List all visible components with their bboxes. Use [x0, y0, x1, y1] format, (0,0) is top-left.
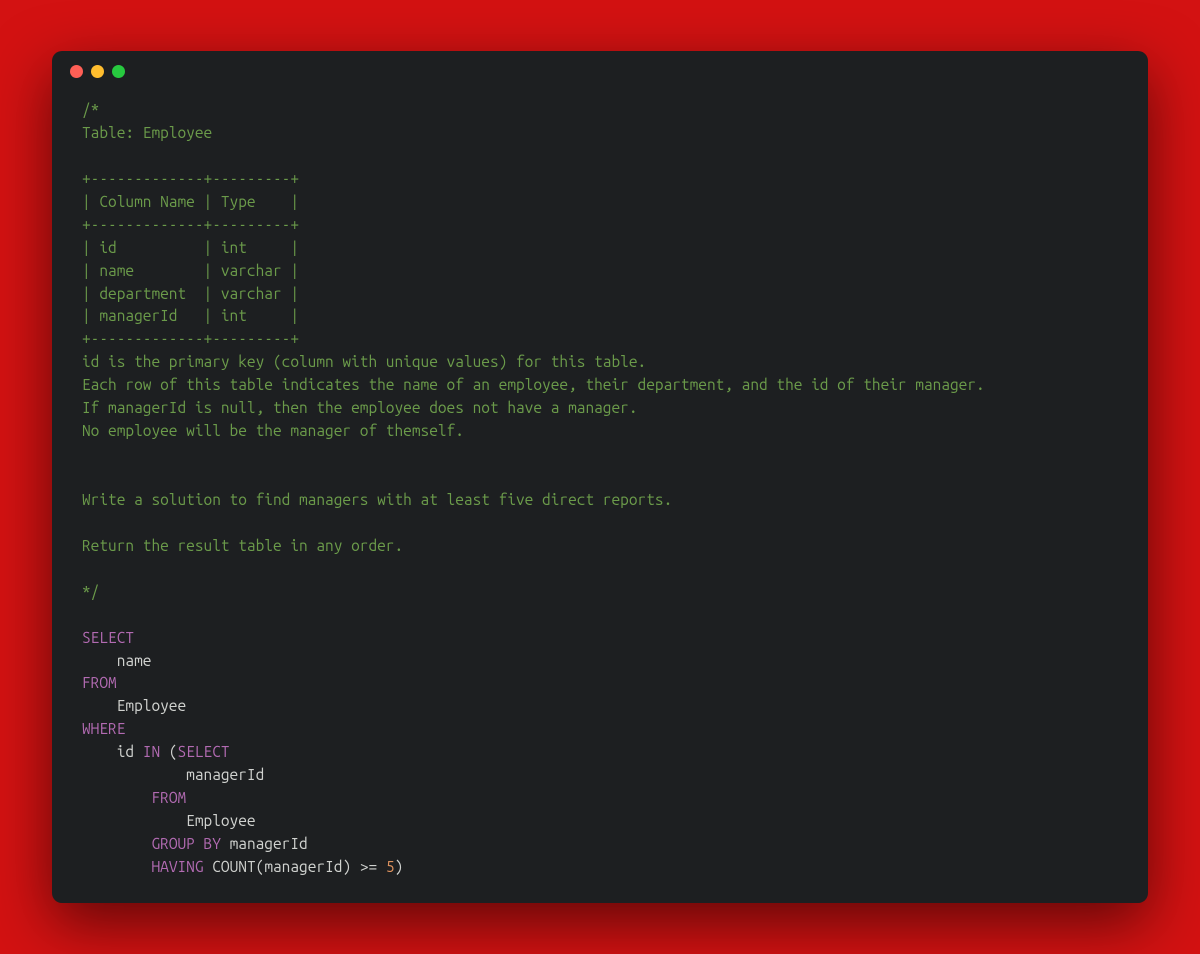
code-token-comment: Each row of this table indicates the nam…: [82, 376, 985, 393]
code-token-keyword: HAVING: [151, 858, 203, 875]
code-token-comment: +-------------+---------+: [82, 330, 299, 347]
code-token-comment: | name | varchar |: [82, 262, 299, 279]
code-token-comment: Return the result table in any order.: [82, 537, 403, 554]
code-token-ident: [82, 835, 151, 852]
code-token-comment: No employee will be the manager of thems…: [82, 422, 464, 439]
code-token-ident: [204, 858, 213, 875]
code-token-comment: +-------------+---------+: [82, 216, 299, 233]
code-editor[interactable]: /* Table: Employee +-------------+------…: [52, 91, 1148, 903]
code-token-punct: >=: [360, 858, 386, 875]
code-token-comment: id is the primary key (column with uniqu…: [82, 353, 646, 370]
code-token-ident: id: [82, 743, 143, 760]
code-token-keyword: FROM: [82, 674, 117, 691]
zoom-icon[interactable]: [112, 65, 125, 78]
code-token-punct: (: [160, 743, 177, 760]
window-titlebar: [52, 51, 1148, 91]
code-token-ident: [82, 858, 151, 875]
minimize-icon[interactable]: [91, 65, 104, 78]
code-token-comment: | department | varchar |: [82, 285, 299, 302]
code-token-comment: */: [82, 583, 99, 600]
code-token-keyword: WHERE: [82, 720, 125, 737]
code-token-punct: ): [395, 858, 404, 875]
code-token-ident: [82, 789, 151, 806]
code-token-comment: +-------------+---------+: [82, 170, 299, 187]
code-token-comment: Write a solution to find managers with a…: [82, 491, 672, 508]
code-token-keyword: GROUP BY: [151, 835, 220, 852]
code-token-ident: Employee: [82, 697, 186, 714]
code-token-ident: Employee: [82, 812, 256, 829]
code-token-keyword: SELECT: [82, 629, 134, 646]
code-token-comment: If managerId is null, then the employee …: [82, 399, 638, 416]
code-token-ident: managerId: [82, 766, 264, 783]
code-token-ident: name: [82, 652, 151, 669]
code-token-ident: managerId: [221, 835, 308, 852]
code-token-comment: /*: [82, 101, 99, 118]
code-token-keyword: FROM: [151, 789, 186, 806]
code-token-comment: | Column Name | Type |: [82, 193, 299, 210]
code-token-comment: Table: Employee: [82, 124, 212, 141]
code-token-number: 5: [386, 858, 395, 875]
code-token-comment: | managerId | int |: [82, 307, 299, 324]
code-token-comment: | id | int |: [82, 239, 299, 256]
close-icon[interactable]: [70, 65, 83, 78]
code-token-keyword: IN: [143, 743, 160, 760]
code-token-func: COUNT: [212, 858, 255, 875]
code-token-punct: (managerId): [256, 858, 360, 875]
code-token-keyword: SELECT: [178, 743, 230, 760]
code-window: /* Table: Employee +-------------+------…: [52, 51, 1148, 903]
